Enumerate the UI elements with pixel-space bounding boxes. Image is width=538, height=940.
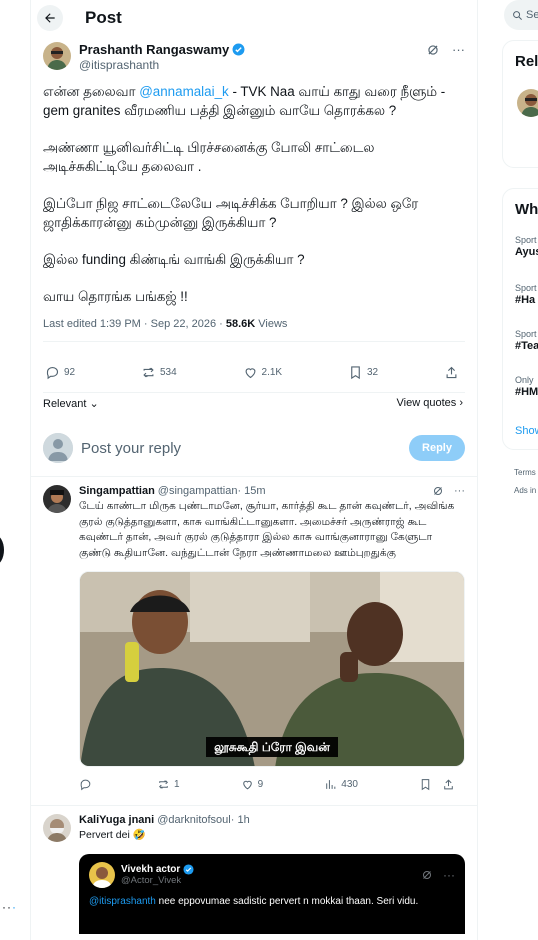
like-button[interactable]: 2.1K (243, 365, 282, 380)
ads-info-link[interactable]: Ads in (514, 486, 536, 495)
reply-item[interactable]: KaliYuga jnani @darknitofsoul · 1h Perve… (31, 805, 477, 934)
comment-icon (46, 366, 59, 379)
trend-item[interactable]: Sport #Ha (515, 283, 538, 306)
reply-composer: Post your reply Reply (43, 410, 465, 468)
current-user-avatar (43, 433, 73, 463)
post-compose-button[interactable] (0, 535, 4, 565)
verified-badge-icon (183, 863, 194, 875)
left-nav-rail: ··· (0, 0, 30, 940)
reply-author-avatar[interactable] (43, 485, 71, 513)
views-button[interactable]: 430 (324, 778, 358, 791)
relevant-title: Rel (515, 53, 538, 70)
quoted-author-name: Vivekh actor (121, 863, 181, 875)
share-icon[interactable] (442, 778, 455, 791)
post-detail-column: Post Prashanth Rangaswamy @itisprashanth… (30, 0, 478, 940)
reply-text: டேய் காண்டா மிருக புண்டாமனே, சூர்யா, கார… (79, 500, 455, 559)
quoted-author-handle: @Actor_Vivek (121, 874, 182, 886)
quoted-post-text: @itisprashanth nee eppovumae sadistic pe… (89, 895, 419, 907)
more-options-icon[interactable]: ··· (443, 868, 455, 882)
reply-button[interactable] (79, 778, 96, 791)
repost-button[interactable]: 534 (141, 365, 177, 380)
bookmark-button[interactable]: 32 (348, 365, 378, 380)
reply-author-avatar[interactable] (43, 814, 71, 842)
grok-icon[interactable] (432, 485, 444, 497)
sort-dropdown[interactable]: Relevant ⌄ (43, 397, 99, 410)
repost-button[interactable]: 1 (157, 778, 180, 791)
arrow-left-icon (45, 13, 55, 23)
relevant-person-avatar[interactable] (517, 89, 538, 117)
quoted-post[interactable]: Vivekh actor @Actor_Vivek ··· @itisprash… (79, 853, 465, 934)
verified-badge-icon (232, 43, 245, 56)
mention-link[interactable]: @annamalai_k (139, 84, 229, 99)
more-options-icon[interactable]: ··· (452, 42, 465, 57)
chevron-down-icon: ⌄ (86, 398, 99, 410)
more-options-icon[interactable]: ··· (454, 485, 465, 497)
reply-input[interactable]: Post your reply (81, 440, 409, 457)
reply-action-bar: 1 9 430 (79, 771, 465, 797)
views-count: 58.6K (225, 318, 256, 330)
like-button[interactable]: 9 (241, 778, 263, 791)
search-input[interactable]: Se (504, 0, 538, 30)
share-icon (446, 366, 457, 378)
image-caption: லூசுகூதி ப்ரோ இவன் (80, 737, 464, 757)
view-quotes-link[interactable]: View quotes › (397, 397, 463, 410)
relevant-people-card: Rel (502, 40, 538, 168)
trending-card: Wh SportAyus Sport#Ha Sport#Tea Only#HM … (502, 188, 538, 450)
author-name[interactable]: Prashanth Rangaswamy (79, 42, 229, 57)
terms-link[interactable]: Terms (514, 468, 536, 477)
trend-item[interactable]: Sport #Tea (515, 329, 538, 352)
trend-item[interactable]: Only #HM (515, 375, 538, 398)
bookmark-icon (351, 365, 360, 379)
post-text: என்ன தலைவா @annamalai_k - TVK Naa வாய் க… (43, 84, 446, 304)
more-menu-icon[interactable]: ··· (2, 900, 17, 914)
post-timestamp: Last edited 1:39 PM · Sep 22, 2026 · 58.… (43, 318, 288, 330)
reply-text: Pervert dei 🤣 (79, 829, 146, 841)
reply-author-name[interactable]: Singampattian (79, 485, 155, 497)
heart-icon (242, 780, 252, 789)
reply-image[interactable]: லூசுகூதி ப்ரோ இவன் (79, 571, 465, 767)
comment-icon (80, 779, 91, 790)
reply-time: · 1h (230, 814, 250, 826)
repost-icon (159, 779, 169, 789)
reply-author-handle[interactable]: @darknitofsoul (157, 814, 231, 826)
reply-button[interactable]: 92 (45, 365, 75, 380)
notification-dot: · (12, 900, 17, 914)
reply-time: · 15m (237, 485, 266, 497)
right-sidebar: Se Rel Wh SportAyus Sport#Ha Sport#Tea O… (478, 0, 538, 940)
reply-submit-button[interactable]: Reply (409, 435, 465, 461)
author-avatar[interactable] (43, 42, 71, 70)
bookmark-icon[interactable] (419, 778, 432, 791)
share-button[interactable] (444, 365, 459, 380)
quoted-author-avatar (89, 861, 115, 888)
show-more-link[interactable]: Show (515, 425, 538, 437)
trend-item[interactable]: SportAyus (515, 235, 538, 258)
chevron-right-icon: › (456, 397, 463, 409)
reply-item[interactable]: Singampattian @singampattian · 15m ··· ட… (31, 476, 477, 797)
grok-icon[interactable] (421, 869, 433, 881)
bar-chart-icon (326, 779, 336, 789)
reply-author-name[interactable]: KaliYuga jnani (79, 814, 154, 826)
post-action-bar: 92 534 2.1K 32 (43, 358, 465, 386)
back-button[interactable] (37, 5, 63, 31)
search-icon (513, 10, 522, 20)
page-title: Post (85, 8, 122, 27)
heart-icon (245, 367, 255, 378)
page-header: Post (31, 0, 477, 36)
author-handle[interactable]: @itisprashanth (79, 58, 426, 72)
repost-icon (143, 367, 154, 377)
reply-author-handle[interactable]: @singampattian (158, 485, 238, 497)
main-post: Prashanth Rangaswamy @itisprashanth ··· … (31, 36, 477, 468)
trending-title: Wh (515, 201, 538, 218)
grok-icon[interactable] (426, 43, 440, 57)
